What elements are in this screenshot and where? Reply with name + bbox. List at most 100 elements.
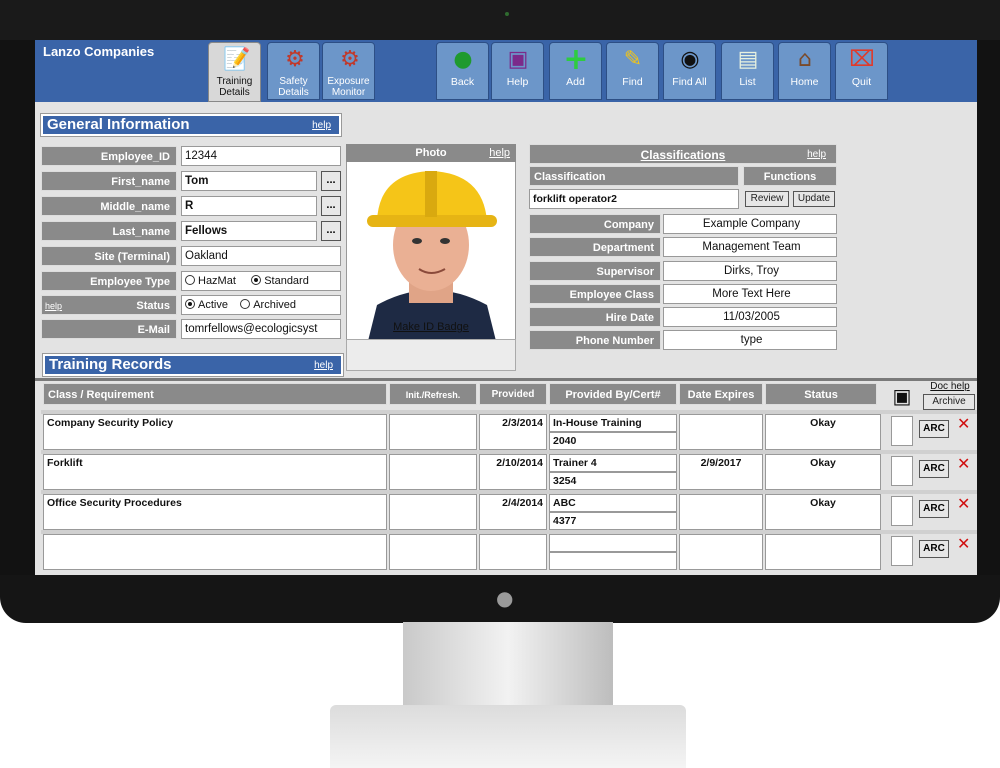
classifications-help-link[interactable]: help	[807, 145, 826, 165]
help-button[interactable]: ▣ Help	[491, 42, 544, 100]
tab-exposure-monitor[interactable]: ⚙ Exposure Monitor	[322, 42, 375, 100]
row2-provided[interactable]: 2/10/2014	[479, 454, 547, 490]
camera-scan-icon[interactable]: ▣	[885, 385, 919, 407]
site-field[interactable]: Oakland	[181, 246, 341, 266]
row1-expires[interactable]	[679, 414, 763, 450]
row3-provider[interactable]: ABC	[549, 494, 677, 512]
general-info-help-link[interactable]: help	[312, 117, 331, 135]
quit-button[interactable]: ⌧ Quit	[835, 42, 888, 100]
add-button[interactable]: + Add	[549, 42, 602, 100]
first-name-label: First_name	[41, 171, 177, 191]
row3-doc-cell[interactable]	[891, 496, 913, 526]
photo-panel	[346, 144, 516, 345]
add-label: Add	[566, 76, 585, 88]
row3-provided[interactable]: 2/4/2014	[479, 494, 547, 530]
photo-help-link[interactable]: help	[489, 144, 510, 162]
row2-arc-button[interactable]: ARC	[919, 460, 949, 478]
email-field[interactable]: tomrfellows@ecologicsyst	[181, 319, 341, 339]
row4-provided[interactable]	[479, 534, 547, 570]
row2-delete-icon[interactable]: ✕	[957, 456, 971, 472]
archived-radio[interactable]	[240, 299, 251, 309]
monitor-stand-base	[330, 705, 686, 768]
row3-expires[interactable]	[679, 494, 763, 530]
training-records-help-link[interactable]: help	[314, 357, 333, 375]
status-help-link[interactable]: help	[45, 296, 62, 316]
row2-provider[interactable]: Trainer 4	[549, 454, 677, 472]
home-button[interactable]: ⌂ Home	[778, 42, 831, 100]
row1-delete-icon[interactable]: ✕	[957, 416, 971, 432]
doc-help-link[interactable]: Doc help	[923, 381, 977, 392]
tab-label: Exposure	[327, 76, 370, 87]
row4-delete-icon[interactable]: ✕	[957, 536, 971, 552]
email-label: E-Mail	[41, 319, 177, 339]
middle-name-label: Middle_name	[41, 196, 177, 216]
row2-init[interactable]	[389, 454, 477, 490]
phone-label: Phone Number	[529, 330, 661, 350]
row4-doc-cell[interactable]	[891, 536, 913, 566]
back-button[interactable]: ● Back	[436, 42, 489, 100]
row1-cert[interactable]: 2040	[549, 432, 677, 450]
row3-arc-button[interactable]: ARC	[919, 500, 949, 518]
active-radio[interactable]	[185, 299, 195, 309]
monitor-bezel	[0, 0, 1000, 40]
hire-date-field[interactable]: 11/03/2005	[663, 307, 837, 327]
row2-class[interactable]: Forklift	[43, 454, 387, 490]
safety-icon: ⚙	[285, 47, 305, 72]
row1-provided[interactable]: 2/3/2014	[479, 414, 547, 450]
row4-init[interactable]	[389, 534, 477, 570]
update-button[interactable]: Update	[793, 191, 835, 207]
monitor-stand	[403, 622, 613, 712]
last-name-field[interactable]: Fellows	[181, 221, 317, 241]
row1-class[interactable]: Company Security Policy	[43, 414, 387, 450]
standard-radio[interactable]	[251, 275, 262, 285]
row1-provider[interactable]: In-House Training	[549, 414, 677, 432]
row1-arc-button[interactable]: ARC	[919, 420, 949, 438]
row4-cert[interactable]	[549, 552, 677, 570]
make-id-badge-link[interactable]: Make ID Badge	[346, 321, 516, 333]
list-button[interactable]: ▤ List	[721, 42, 774, 100]
row2-cert[interactable]: 3254	[549, 472, 677, 490]
exposure-icon: ⚙	[340, 47, 360, 72]
review-button[interactable]: Review	[745, 191, 789, 207]
row3-class[interactable]: Office Security Procedures	[43, 494, 387, 530]
row1-init[interactable]	[389, 414, 477, 450]
last-name-lookup-button[interactable]: ...	[321, 221, 341, 241]
row1-doc-cell[interactable]	[891, 416, 913, 446]
row2-expires[interactable]: 2/9/2017	[679, 454, 763, 490]
divider	[35, 378, 977, 381]
training-icon: 📝	[223, 47, 251, 72]
supervisor-label: Supervisor	[529, 261, 661, 281]
first-name-lookup-button[interactable]: ...	[321, 171, 341, 191]
row4-provider[interactable]	[549, 534, 677, 552]
tab-safety-details[interactable]: ⚙ Safety Details	[267, 42, 320, 100]
row4-arc-button[interactable]: ARC	[919, 540, 949, 558]
phone-field[interactable]: type	[663, 330, 837, 350]
home-label: Home	[790, 76, 819, 88]
supervisor-field[interactable]: Dirks, Troy	[663, 261, 837, 281]
row3-delete-icon[interactable]: ✕	[957, 496, 971, 512]
row4-expires[interactable]	[679, 534, 763, 570]
row3-cert[interactable]: 4377	[549, 512, 677, 530]
classification-field[interactable]: forklift operator2	[529, 189, 739, 209]
employee-id-field[interactable]: 12344	[181, 146, 341, 166]
middle-name-field[interactable]: R	[181, 196, 317, 216]
hire-date-label: Hire Date	[529, 307, 661, 327]
first-name-field[interactable]: Tom	[181, 171, 317, 191]
row4-class[interactable]	[43, 534, 387, 570]
department-field[interactable]: Management Team	[663, 237, 837, 257]
find-all-label: Find All	[672, 76, 707, 88]
photo-title: Photo	[415, 147, 447, 159]
row3-init[interactable]	[389, 494, 477, 530]
archive-button[interactable]: Archive	[923, 394, 975, 410]
find-button[interactable]: ✎ Find	[606, 42, 659, 100]
middle-name-lookup-button[interactable]: ...	[321, 196, 341, 216]
photo-title-bar: Photo help	[346, 144, 516, 162]
find-all-button[interactable]: ◉ Find All	[663, 42, 716, 100]
app-header: Lanzo Companies 📝 Training Details ⚙ Saf…	[35, 40, 977, 102]
row2-doc-cell[interactable]	[891, 456, 913, 486]
employee-class-field[interactable]: More Text Here	[663, 284, 837, 304]
hazmat-radio[interactable]	[185, 275, 195, 285]
company-field[interactable]: Example Company	[663, 214, 837, 234]
tab-training-details[interactable]: 📝 Training Details	[208, 42, 261, 102]
tab-label: Details	[219, 87, 250, 98]
